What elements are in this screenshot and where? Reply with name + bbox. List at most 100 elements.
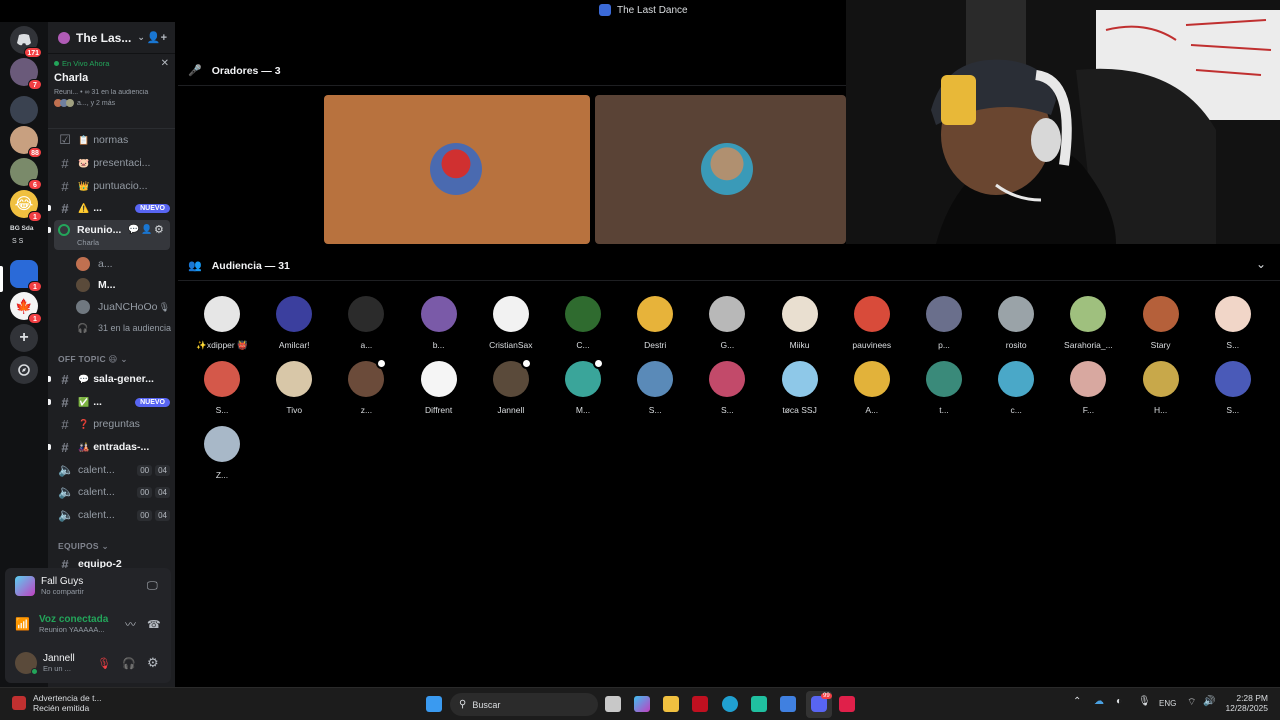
audience-member[interactable]: Amilcar! [264, 296, 324, 350]
category-equipos[interactable]: EQUIPOS ⌄ [58, 541, 109, 552]
server-icon-3[interactable]: 88 [10, 126, 42, 158]
server-icon-4[interactable]: 6 [10, 158, 42, 190]
server-icon-selected[interactable]: 1 [10, 260, 42, 292]
mic-tray-icon[interactable]: 🎙 [1138, 696, 1151, 707]
audience-member[interactable]: p... [914, 296, 974, 350]
channel-sala-general[interactable]: # 💬 sala-gener... [58, 369, 170, 389]
mic-muted-icon[interactable]: 🎙 [97, 657, 111, 670]
audience-member[interactable]: H... [1131, 361, 1191, 415]
audience-member[interactable]: a... [336, 296, 396, 350]
stage-channel[interactable]: Reunio... Charla 💬 👤 ⚙ [54, 220, 170, 250]
category-off-topic[interactable]: OFF TOPIC 😆 ⌄ [58, 354, 128, 365]
channel-new-2[interactable]: # ✅... NUEVO [58, 392, 170, 412]
tiktok-icon[interactable] [839, 696, 855, 712]
audience-member[interactable]: A... [842, 361, 902, 415]
speaker-tile[interactable] [595, 95, 846, 244]
stage-member[interactable]: a... [76, 254, 166, 274]
channel-presentaciones[interactable]: # 🐷 presentaci... [58, 153, 170, 173]
voice-channel[interactable]: 🔈 calent... 00 04 [58, 460, 170, 480]
voice-status[interactable]: 📶 Voz conectada Reunion YAAAAA... 〰 ☎ [15, 614, 161, 634]
server-folder-label[interactable]: BG Sda [10, 225, 33, 232]
add-member-icon[interactable]: 👤+ [147, 31, 167, 44]
disconnect-icon[interactable]: ☎ [147, 618, 161, 631]
mcafee-icon[interactable] [692, 696, 708, 712]
audience-member[interactable]: CristianSax [481, 296, 541, 350]
volume-icon[interactable]: 🔊 [1203, 696, 1215, 707]
notification-toast[interactable]: Advertencia de t... Recién emitida [12, 693, 102, 713]
voice-channel[interactable]: 🔈 calent... 00 04 [58, 505, 170, 525]
speaker-tile[interactable] [324, 95, 590, 244]
discord-home-button[interactable]: 171 [10, 26, 42, 58]
tray-app-icon[interactable]: ◐ [1116, 696, 1122, 707]
channel-preguntas[interactable]: # ❓ preguntas [58, 414, 170, 434]
screen-share-icon[interactable]: 🖵 [147, 580, 158, 593]
audience-member[interactable]: Destri [625, 296, 685, 350]
store-icon[interactable] [780, 696, 796, 712]
voice-channel[interactable]: 🔈 calent... 00 04 [58, 482, 170, 502]
audience-member[interactable]: Tivo [264, 361, 324, 415]
network-tray-icon[interactable]: ☁ [1094, 696, 1104, 707]
audience-member[interactable]: M... [553, 358, 613, 415]
app-icon[interactable] [751, 696, 767, 712]
wifi-icon[interactable]: ⌔ [1187, 696, 1196, 709]
headphones-icon[interactable]: 🎧 [122, 657, 136, 670]
file-explorer-icon[interactable] [663, 696, 679, 712]
audience-member[interactable]: Diffrent [409, 361, 469, 415]
stage-member[interactable]: JuaNCHoOo 🎙 [76, 297, 170, 317]
audience-member[interactable]: C... [553, 296, 613, 350]
stage-member[interactable]: M... [76, 275, 166, 295]
audience-member[interactable]: c... [986, 361, 1046, 415]
server-header[interactable]: The Las... ⌄ 👤+ [48, 22, 175, 54]
audience-member[interactable]: t... [914, 361, 974, 415]
chat-icon[interactable]: 💬 [128, 224, 139, 235]
clock[interactable]: 2:28 PM 12/28/2025 [1222, 693, 1268, 713]
audience-member[interactable]: Miiku [770, 296, 830, 350]
copilot-icon[interactable] [634, 696, 650, 712]
gear-icon[interactable]: ⚙ [147, 655, 159, 671]
audience-member[interactable]: pauvinees [842, 296, 902, 350]
audience-member[interactable]: S... [1203, 361, 1263, 415]
channel-puntuaciones[interactable]: # 👑 puntuacio... [58, 176, 170, 196]
invite-icon[interactable]: 👤 [141, 224, 152, 235]
audience-member[interactable]: ✨xdipper 👹 [192, 296, 252, 351]
audience-member[interactable]: Sarahoria_... [1058, 296, 1118, 350]
server-icon-1[interactable]: 7 [10, 58, 42, 90]
server-icon-6[interactable]: 🍁 1 [10, 292, 42, 324]
audience-member[interactable]: Z... [192, 426, 252, 480]
stage-audience-count[interactable]: 🎧 31 en la audiencia [76, 318, 172, 338]
discover-button[interactable] [10, 356, 38, 384]
audience-member[interactable]: S... [1203, 296, 1263, 350]
server-icon-2[interactable] [10, 96, 38, 124]
edge-icon[interactable] [722, 696, 738, 712]
user-info[interactable]: Jannell En un ... 🎙 🎧 ⚙ [15, 652, 159, 675]
noise-suppression-icon[interactable]: 〰 [125, 616, 136, 632]
add-server-button[interactable]: + [10, 324, 38, 352]
chevron-down-icon[interactable]: ⌄ [1256, 257, 1266, 271]
audience-member[interactable]: z... [336, 358, 396, 415]
windows-start-icon[interactable] [426, 696, 442, 712]
gear-icon[interactable]: ⚙ [154, 223, 164, 236]
server-folder[interactable]: S S [12, 238, 23, 245]
audience-member[interactable]: S... [192, 361, 252, 415]
audience-member[interactable]: S... [625, 361, 685, 415]
audience-member[interactable]: F... [1058, 361, 1118, 415]
discord-taskbar-button[interactable]: 99 [806, 691, 832, 718]
close-icon[interactable]: ✕ [161, 58, 169, 69]
language-indicator[interactable]: ENG [1159, 699, 1176, 708]
channel-normas[interactable]: ☑ 📋 normas [58, 130, 170, 150]
audience-member[interactable]: G... [697, 296, 757, 350]
audience-member[interactable]: tøca SSJ [770, 361, 830, 415]
audience-member[interactable]: Jannell [481, 358, 541, 415]
chevron-up-icon[interactable]: ⌃ [1073, 696, 1081, 707]
audience-member[interactable]: Stary [1131, 296, 1191, 350]
live-stage-card[interactable]: En Vivo Ahora ✕ Charla Reuni... • ∞ 31 e… [54, 58, 169, 124]
activity-status[interactable]: Fall Guys No compartir 🖵 [15, 576, 158, 596]
search-box[interactable]: ⚲ Buscar [450, 693, 598, 716]
audience-member[interactable]: b... [409, 296, 469, 350]
audience-member[interactable]: S... [697, 361, 757, 415]
task-view-icon[interactable] [605, 696, 621, 712]
server-icon-5[interactable]: 😂 1 [10, 190, 42, 222]
audience-member[interactable]: rosito [986, 296, 1046, 350]
channel-new[interactable]: # ⚠️... NUEVO [58, 198, 170, 218]
channel-entradas[interactable]: # 🎎 entradas-... [58, 437, 170, 457]
